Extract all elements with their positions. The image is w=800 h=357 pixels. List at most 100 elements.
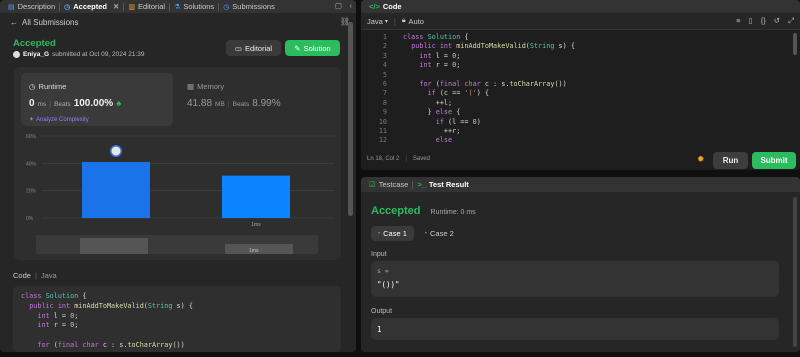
memory-value-row: 41.88 MB | Beats 8.99% [187,98,281,109]
debug-icon[interactable]: ✹ [697,154,705,165]
input-label: Input [371,251,387,258]
navigator-bar [225,244,293,254]
chip-icon: ▦ [187,82,195,91]
language-select[interactable]: Java ▾ [367,17,388,26]
dot-icon: • [424,230,427,237]
output-box: 1 [371,318,779,340]
expand-icon[interactable]: ⤢ [788,16,794,26]
chevron-left-icon[interactable]: ‹ [350,1,353,10]
line-code: if (l == 0) [435,117,481,126]
solution-button[interactable]: ✎ Solution [285,40,340,56]
editor-line: 1 class Solution { [361,33,800,42]
tab-accepted[interactable]: ◷ Accepted ✕ [60,0,123,13]
tab-code[interactable]: </> Code [365,0,406,13]
chart-bar[interactable] [222,175,290,218]
line-number: 12 [378,136,387,145]
divider: | [34,271,37,280]
list-icon[interactable]: ≡ [736,16,740,26]
chart-bar[interactable] [82,161,150,218]
braces-icon[interactable]: {} [761,16,766,26]
editor-line: 6 for (final char c : s.toCharArray()) [361,80,800,89]
test-tabbar: ☑ Testcase >_ Test Result [361,177,800,192]
y-tick-label: 40% [26,161,37,167]
editor-tabbar: </> Code [361,0,800,13]
case-2-tab[interactable]: • Case 2 [418,226,461,241]
run-button[interactable]: Run [713,152,748,169]
line-code: public int minAddToMakeValid(String s) { [411,42,575,51]
output-label: Output [371,308,393,315]
panel-resizer[interactable] [357,0,360,357]
line-code: } else { [403,108,461,117]
collapse-icon[interactable]: ▢ [335,1,342,10]
auto-mode[interactable]: 🔒︎ Auto [402,17,424,26]
y-tick-label: 60% [26,134,37,140]
code-lines: class Solution { public int minAddToMake… [21,292,333,351]
input-value: "())" [377,280,400,289]
chart-svg: 60% 40% 20% 0% 1ms [26,134,334,228]
submission-status: Accepted [13,38,56,49]
editor-line: 3 int l = 0; [361,52,800,61]
clock-icon: ◷ [29,82,36,91]
code-line: for (final char c : s.toCharArray()) [37,340,185,349]
editorial-button[interactable]: ▭ Editorial [226,40,281,56]
code-editor[interactable]: 1 class Solution {2 public int minAddToMa… [361,33,800,146]
sparkle-icon: ✦ [29,117,35,123]
line-code: ++l; [403,98,453,107]
input-box: s = "())" [371,261,779,297]
runtime-card[interactable]: ◷ Runtime 0 ms | Beats 100.00% ♣ ✦ Analy… [21,73,173,126]
line-code: int l = 0; [419,51,461,60]
edit-icon: ✎ [294,43,301,53]
y-tick-label: 20% [26,189,37,195]
back-link[interactable]: ← All Submissions [10,18,78,27]
navigator-bar [80,238,148,254]
undo-icon[interactable]: ↺ [774,16,780,26]
avatar[interactable] [13,51,20,58]
test-scrollbar[interactable] [793,197,797,347]
line-number: 7 [382,89,387,98]
history-icon: ◷ [223,3,230,11]
editor-actions: ≡ ▯ {} ↺ ⤢ [736,16,794,26]
left-scrollbar[interactable] [348,22,353,216]
tab-testcase[interactable]: ☑ Testcase [365,177,412,192]
line-code: for (final char c : s.toCharArray()) [419,79,567,88]
submit-button[interactable]: Submit [752,152,796,169]
editor-line: 2 public int minAddToMakeValid(String s)… [361,42,800,51]
result-runtime: Runtime: 0 ms [430,209,476,216]
result-status-row: Accepted Runtime: 0 ms [371,205,476,217]
flask-icon: ⚗ [174,3,181,11]
editor-scrollbar[interactable] [793,33,797,55]
chevron-down-icon: ▾ [384,18,388,25]
analyze-complexity-link[interactable]: ✦ Analyze Complexity [29,116,89,124]
line-number: 6 [382,79,387,88]
memory-header: ▦ Memory [187,82,225,91]
divider: | [405,156,407,162]
description-icon: ▤ [8,3,15,11]
line-code: ++r; [403,126,461,135]
tab-description[interactable]: ▤ Description [4,0,59,13]
divider: | [49,101,52,108]
submitted-code-block: class Solution { public int minAddToMake… [13,286,341,352]
line-code: class Solution { [403,33,469,41]
lock-icon: 🔒︎ [401,17,406,24]
tab-editorial[interactable]: ▥ Editorial [124,0,169,13]
case-1-tab[interactable]: • Case 1 [371,226,414,241]
left-panel: ▤ Description ◷ Accepted ✕ ▥ Editorial ⚗… [0,0,356,352]
terminal-icon: >_ [417,180,426,189]
tab-solutions[interactable]: ⚗ Solutions [170,0,218,13]
editor-line: 9 } else { [361,108,800,117]
line-number: 4 [382,61,387,70]
runtime-value-row: 0 ms | Beats 100.00% ♣ [29,98,122,109]
chart-navigator[interactable]: 1ms [36,235,318,254]
close-icon[interactable]: ✕ [113,2,119,11]
user-marker-face [111,146,121,156]
line-number: 2 [382,42,387,51]
memory-card[interactable]: ▦ Memory 41.88 MB | Beats 8.99% [179,73,334,126]
bookmark-icon[interactable]: ▯ [749,16,753,26]
editor-line: 5 [361,71,800,80]
runtime-chart: 60% 40% 20% 0% 1ms [14,127,341,237]
code-line: int r = 0; [37,321,79,330]
tab-submissions[interactable]: ◷ Submissions [219,0,279,13]
editor-line: 12 else [361,136,800,145]
tab-test-result[interactable]: >_ Test Result [413,177,472,192]
